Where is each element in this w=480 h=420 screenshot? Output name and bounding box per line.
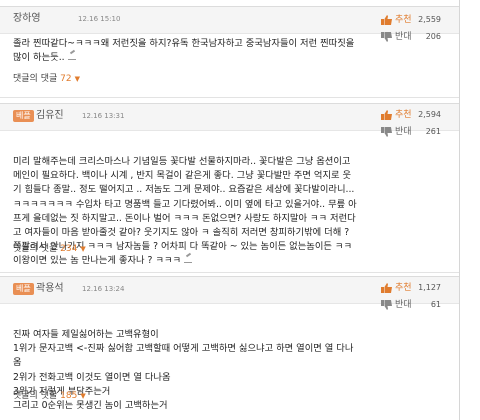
divider <box>0 97 459 98</box>
comment-author[interactable]: 장하영 <box>13 12 41 26</box>
upvote-count: 2,594 <box>418 110 441 119</box>
best-badge: 베플 <box>13 110 34 122</box>
replies-count: 185 <box>60 391 78 401</box>
comment-line: 이왕이면 있는 놈 만나는게 좋자나 ? ㅋㅋㅋ <box>13 255 182 267</box>
comment-line: 1위가 문자고백 <-진짜 싫어함 고백할때 어떻게 고백하면 싫으냐고 하면 … <box>13 343 354 355</box>
comment-item: 베플 곽용석 12.16 13:24 추천 1,127 반대 61 진짜 여자들… <box>0 276 459 416</box>
comment-time: 12.16 13:24 <box>82 285 125 293</box>
replies-toggle[interactable]: 댓글의 댓글 185 ▼ <box>13 389 86 403</box>
caret-down-icon: ▼ <box>80 245 86 253</box>
upvote-count: 2,559 <box>418 15 441 24</box>
thumbs-up-icon <box>381 110 392 120</box>
upvote-count: 1,127 <box>418 283 441 292</box>
thumbs-up-icon <box>381 15 392 25</box>
comment-time: 12.16 13:31 <box>82 112 125 120</box>
downvote-count: 261 <box>425 127 441 136</box>
upvote-label: 추천 <box>395 15 412 25</box>
upvote-label: 추천 <box>395 110 412 120</box>
comment-list: 장하영 12.16 15:10 추천 2,559 반대 206 졸라 찐따같다~… <box>0 0 460 420</box>
edit-icon <box>67 52 76 61</box>
downvote-label: 반대 <box>395 127 412 137</box>
thumbs-down-icon <box>381 300 392 310</box>
comment-line: 프게 을데없는 짓 하지말고.. 돈이나 벌어 ㅋㅋㅋ 돈없으면? 사랑도 하지… <box>13 212 356 224</box>
replies-label: 댓글의 댓글 <box>13 74 58 84</box>
comment-line: 기 힘들다 종말.. 정도 떨어지고 .. 저놈도 그게 문제야.. 요즘같은 … <box>13 184 355 196</box>
caret-down-icon: ▼ <box>80 392 86 400</box>
replies-toggle[interactable]: 댓글의 댓글 72 ▼ <box>13 72 80 86</box>
comment-item: 장하영 12.16 15:10 추천 2,559 반대 206 졸라 찐따같다~… <box>0 6 459 84</box>
comment-item: 베플 김유진 12.16 13:31 추천 2,594 반대 261 미리 말해… <box>0 103 459 267</box>
comment-line: 많이 하는듯.. <box>13 52 65 64</box>
comment-body: 졸라 찐따같다~ㅋㅋㅋ왜 저런짓을 하지?유독 한국남자하고 중국남자들이 저런… <box>13 37 443 65</box>
best-badge: 베플 <box>13 283 34 295</box>
comment-author[interactable]: 곽용석 <box>36 282 64 296</box>
comment-line: 옴 <box>13 357 22 369</box>
downvote-count: 61 <box>430 300 441 309</box>
comment-line: 진짜 여자들 제일싫어하는 고백유형이 <box>13 329 159 340</box>
edit-icon <box>184 255 193 264</box>
comment-line: 미리 말해주는데 크리스마스나 기념일등 꽃다발 선물하지마라.. 꽃다발은 그… <box>13 156 351 167</box>
comment-line: 고 여자들이 마음 받아줄것 같아? 웃기지도 않아 ㅋ 솔직히 저러면 창피하… <box>13 227 350 239</box>
comment-time: 12.16 15:10 <box>78 15 121 23</box>
divider <box>0 272 459 273</box>
replies-toggle[interactable]: 댓글의 댓글 234 ▼ <box>13 242 86 256</box>
upvote-label: 추천 <box>395 283 412 293</box>
comment-line: 메인이 필요하다. 백이나 시계 , 반지 목걸이 같은게 좋다. 그냥 꽃다발… <box>13 170 352 182</box>
comment-line: 졸라 찐따같다~ㅋㅋㅋ왜 저런짓을 하지?유독 한국남자하고 중국남자들이 저런… <box>13 38 355 49</box>
comment-line: 2위가 전화고백 이것도 열이면 열 다나옴 <box>13 371 171 383</box>
thumbs-down-icon <box>381 127 392 137</box>
caret-down-icon: ▼ <box>74 75 80 83</box>
replies-label: 댓글의 댓글 <box>13 244 58 254</box>
thumbs-up-icon <box>381 283 392 293</box>
comment-author[interactable]: 김유진 <box>36 109 64 123</box>
downvote-label: 반대 <box>395 300 412 310</box>
replies-label: 댓글의 댓글 <box>13 391 58 401</box>
replies-count: 234 <box>60 244 78 254</box>
replies-count: 72 <box>60 74 72 84</box>
comment-line: ㅋㅋㅋㅋㅋㅋㅋ 수입차 타고 명품백 들고 기다렸어봐.. 이미 옆에 타고 있… <box>13 198 357 210</box>
